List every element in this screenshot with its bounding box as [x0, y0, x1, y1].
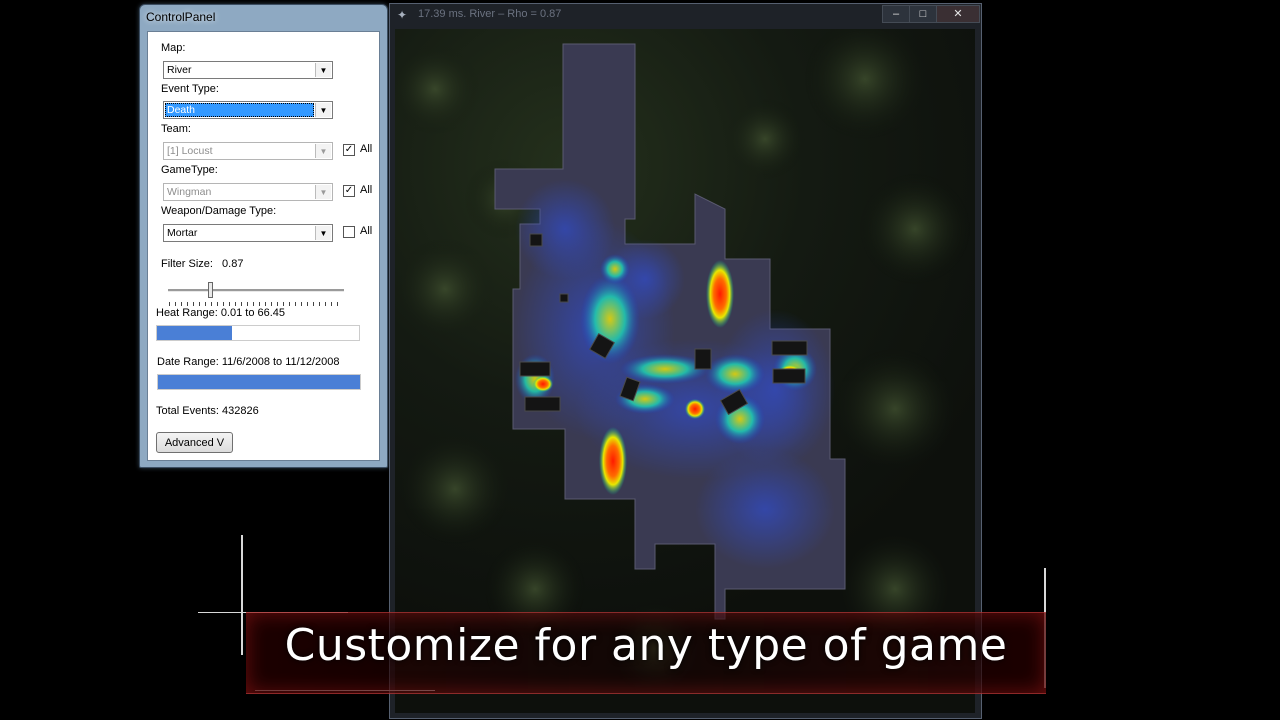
- map-label: Map:: [161, 42, 186, 54]
- weapon-label: Weapon/Damage Type:: [161, 205, 277, 217]
- chevron-down-icon[interactable]: ▼: [315, 226, 331, 240]
- team-select-value: [1] Locust: [167, 145, 213, 157]
- gametype-select-value: Wingman: [167, 186, 212, 198]
- filter-size-value: 0.87: [222, 258, 244, 270]
- event-type-select[interactable]: Death ▼: [163, 101, 333, 119]
- gametype-select[interactable]: Wingman ▼: [163, 183, 333, 201]
- advanced-button[interactable]: Advanced V: [156, 432, 233, 453]
- map-select-value: River: [167, 64, 192, 76]
- weapon-select-value: Mortar: [167, 227, 198, 239]
- date-range-label: Date Range: 11/6/2008 to 11/12/2008: [157, 356, 340, 368]
- heatmap-canvas[interactable]: [395, 29, 975, 713]
- chevron-down-icon[interactable]: ▼: [315, 63, 331, 77]
- heatmap-image: [395, 29, 970, 694]
- team-all-label: All: [360, 143, 373, 155]
- maximize-button[interactable]: □: [909, 5, 937, 23]
- caption-text: Customize for any type of game: [284, 620, 1008, 671]
- chevron-down-icon[interactable]: ▼: [315, 103, 331, 117]
- control-panel-client: Map: River ▼ Event Type: Death ▼ Team: […: [147, 31, 380, 461]
- heatmap-window-title: 17.39 ms. River – Rho = 0.87: [418, 8, 562, 20]
- control-panel-window: ControlPanel Map: River ▼ Event Type: De…: [139, 4, 388, 468]
- event-type-select-value: Death: [165, 103, 314, 117]
- filter-size-label-text: Filter Size:: [161, 258, 213, 270]
- gametype-all-label: All: [360, 184, 373, 196]
- chevron-down-icon[interactable]: ▼: [315, 144, 331, 158]
- weapon-all-label: All: [360, 225, 373, 237]
- close-button[interactable]: ✕: [936, 5, 980, 23]
- heat-range-bar[interactable]: [156, 325, 360, 341]
- filter-size-slider-thumb[interactable]: [208, 282, 213, 298]
- filter-size-slider-ticks: [169, 302, 341, 306]
- map-select[interactable]: River ▼: [163, 61, 333, 79]
- heat-range-bar-fill[interactable]: [157, 326, 232, 340]
- team-label: Team:: [161, 123, 191, 135]
- weapon-select[interactable]: Mortar ▼: [163, 224, 333, 242]
- heat-range-label: Heat Range: 0.01 to 66.45: [156, 307, 286, 319]
- minimize-button[interactable]: –: [882, 5, 910, 23]
- filter-size-label: Filter Size: 0.87: [161, 258, 243, 270]
- pin-icon: ✦: [397, 8, 408, 22]
- date-range-bar-fill[interactable]: [158, 375, 360, 389]
- gametype-label: GameType:: [161, 164, 218, 176]
- weapon-all-checkbox[interactable]: [343, 226, 355, 238]
- chevron-down-icon[interactable]: ▼: [315, 185, 331, 199]
- date-range-bar[interactable]: [157, 374, 361, 390]
- team-all-checkbox[interactable]: ✓: [343, 144, 355, 156]
- caption-deco-line-left: [241, 535, 243, 655]
- team-select[interactable]: [1] Locust ▼: [163, 142, 333, 160]
- filter-size-slider-track[interactable]: [168, 289, 344, 292]
- event-type-label: Event Type:: [161, 83, 219, 95]
- total-events-text: Total Events: 432826: [156, 405, 259, 417]
- control-panel-title: ControlPanel: [146, 10, 216, 24]
- gametype-all-checkbox[interactable]: ✓: [343, 185, 355, 197]
